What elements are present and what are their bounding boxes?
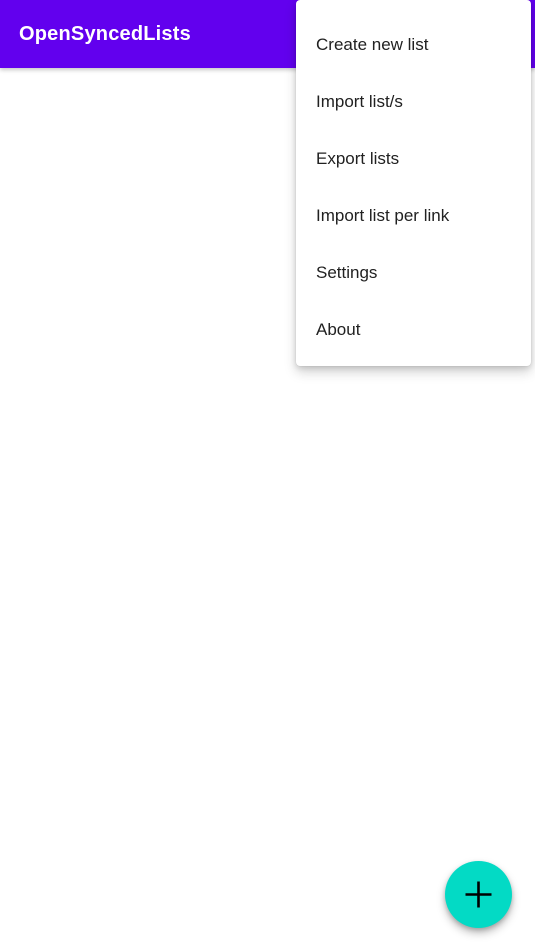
overflow-menu[interactable]: Create new list Import list/s Export lis…: [296, 0, 531, 366]
app-title: OpenSyncedLists: [19, 23, 191, 45]
app-root: OpenSyncedLists Create new list Import l…: [0, 0, 535, 951]
plus-icon: [465, 881, 492, 908]
menu-item-import-lists[interactable]: Import list/s: [296, 73, 531, 130]
menu-item-create-new-list[interactable]: Create new list: [296, 16, 531, 73]
menu-item-settings[interactable]: Settings: [296, 244, 531, 301]
overflow-menu-list: Create new list Import list/s Export lis…: [296, 0, 531, 358]
menu-item-about[interactable]: About: [296, 301, 531, 358]
menu-item-export-lists[interactable]: Export lists: [296, 130, 531, 187]
menu-item-import-list-per-link[interactable]: Import list per link: [296, 187, 531, 244]
add-list-fab[interactable]: [445, 861, 512, 928]
